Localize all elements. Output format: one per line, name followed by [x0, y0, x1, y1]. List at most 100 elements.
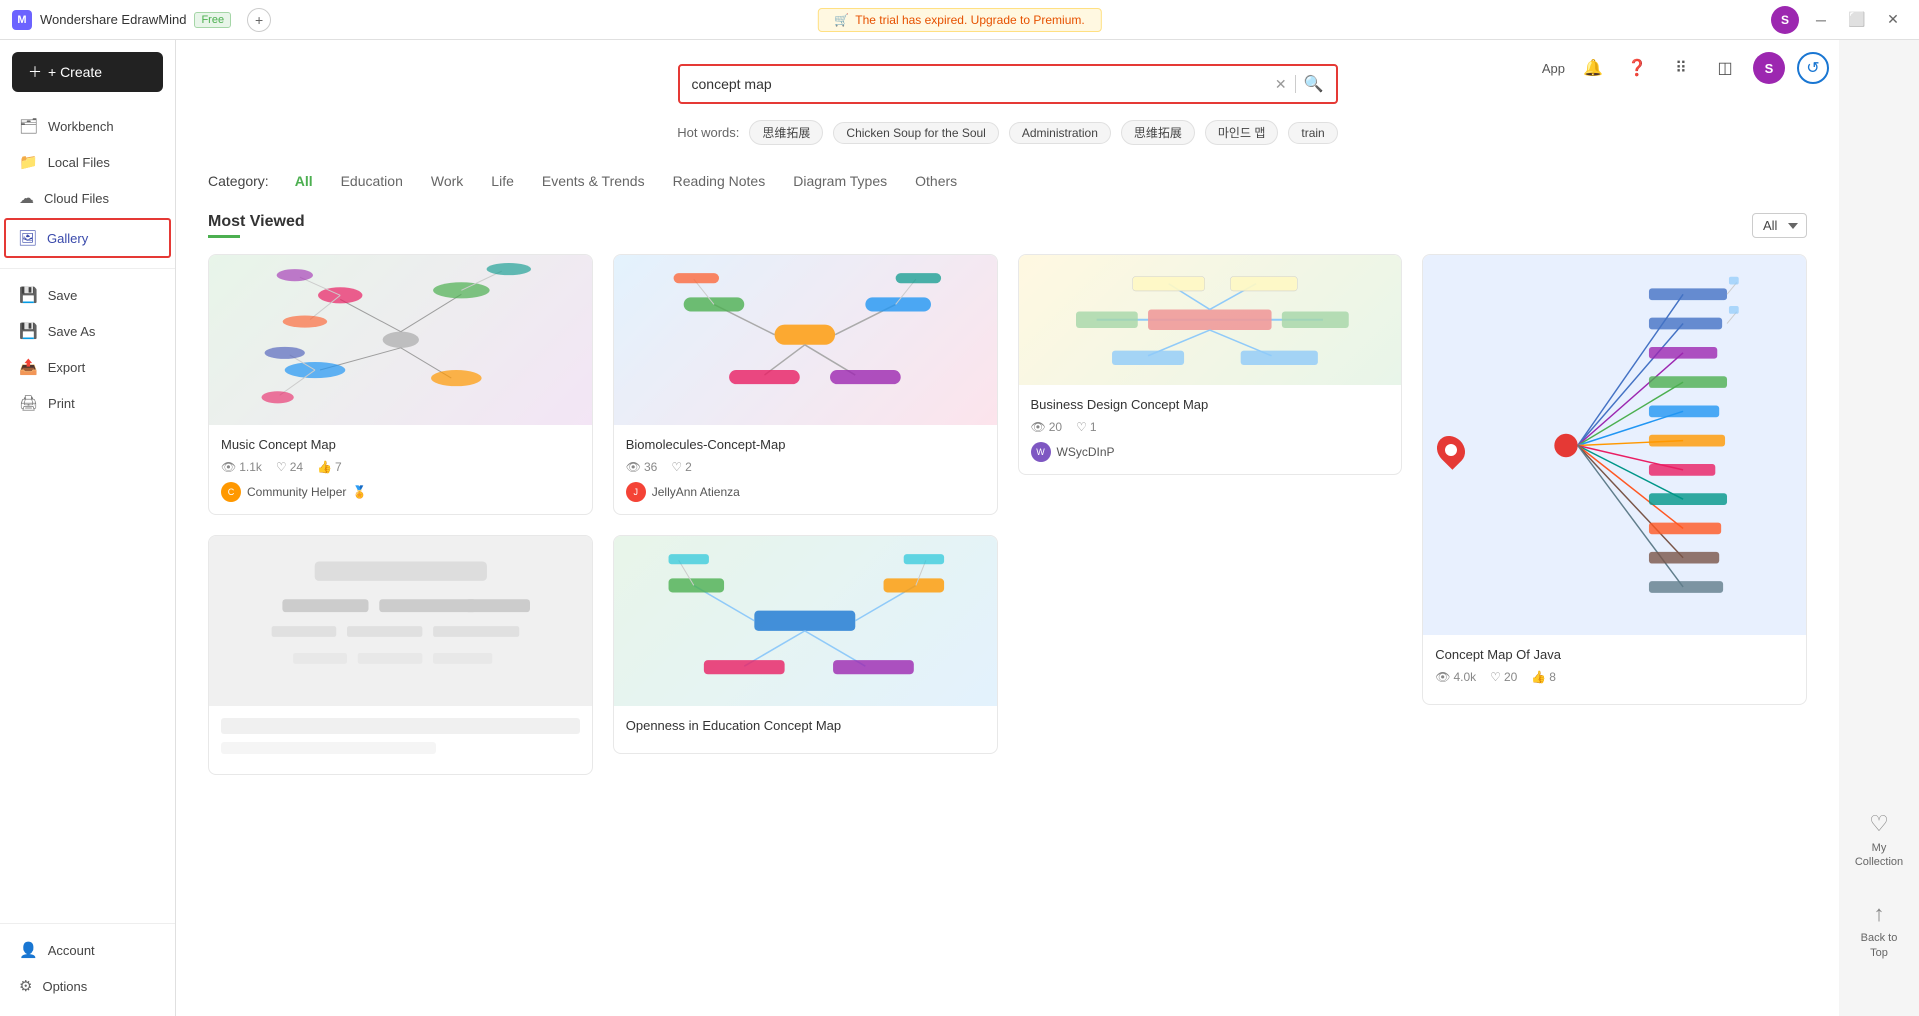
sidebar-item-print[interactable]: 🖨 Print	[0, 385, 175, 421]
back-to-top-button[interactable]: ↑ Back toTop	[1853, 885, 1906, 976]
cards-grid: Music Concept Map 👁 1.1k ♡ 24 👍 7 C Comm…	[208, 254, 1807, 775]
card-3-image	[1019, 255, 1402, 385]
sidebar-item-account[interactable]: 👤 Account	[0, 932, 175, 968]
category-tab-life[interactable]: Life	[489, 169, 516, 193]
plus-icon: ＋	[28, 62, 42, 82]
card-4-body: Concept Map Of Java 👁 4.0k ♡ 20 👍 8	[1423, 635, 1806, 704]
account-icon: 👤	[19, 941, 38, 959]
collection-label: MyCollection	[1855, 841, 1903, 870]
minimize-button[interactable]: ─	[1807, 6, 1835, 34]
maximize-button[interactable]: ⬜	[1843, 6, 1871, 34]
create-button[interactable]: ＋ + Create	[12, 52, 163, 92]
sidebar-item-export[interactable]: 📤 Export	[0, 349, 175, 385]
sidebar-item-save-as[interactable]: 💾 Save As	[0, 313, 175, 349]
hot-word-0[interactable]: 思维拓展	[749, 120, 823, 145]
heart-icon: ♡	[1869, 811, 1889, 837]
card-1-title: Music Concept Map	[221, 437, 580, 452]
card-2-views: 👁 36	[626, 460, 658, 474]
section-title: Most Viewed	[208, 213, 305, 231]
card-4-thumbs: 👍 8	[1531, 670, 1556, 684]
card-1-thumbs: 👍 7	[317, 460, 342, 474]
card-placeholder-5[interactable]	[208, 535, 593, 775]
card-2-title: Biomolecules-Concept-Map	[626, 437, 985, 452]
card-music-concept-map[interactable]: Music Concept Map 👁 1.1k ♡ 24 👍 7 C Comm…	[208, 254, 593, 515]
card-2-avatar: J	[626, 482, 646, 502]
hot-word-5[interactable]: train	[1288, 122, 1337, 144]
sidebar-item-options[interactable]: ⚙ Options	[0, 968, 175, 1004]
trial-banner[interactable]: 🛒 The trial has expired. Upgrade to Prem…	[817, 8, 1101, 32]
search-clear-button[interactable]: ✕	[1275, 76, 1287, 93]
card-1-likes: ♡ 24	[276, 460, 303, 474]
category-tab-all[interactable]: All	[293, 169, 315, 193]
card-3-author: W WSycDInP	[1031, 442, 1390, 462]
card-java-concept-map[interactable]: Concept Map Of Java 👁 4.0k ♡ 20 👍 8	[1422, 254, 1807, 705]
card-1-views: 👁 1.1k	[221, 460, 262, 474]
category-tab-work[interactable]: Work	[429, 169, 465, 193]
card-6-body: Openness in Education Concept Map	[614, 706, 997, 753]
category-tab-others[interactable]: Others	[913, 169, 959, 193]
titlebar: M Wondershare EdrawMind Free + 🛒 The tri…	[0, 0, 1919, 40]
category-tab-diagram[interactable]: Diagram Types	[791, 169, 889, 193]
hot-word-4[interactable]: 마인드 맵	[1205, 120, 1279, 145]
user-avatar-title[interactable]: S	[1771, 6, 1799, 34]
music-map-svg	[219, 259, 583, 421]
category-tab-education[interactable]: Education	[339, 169, 405, 193]
openness-map-svg	[623, 540, 987, 702]
create-label: + Create	[48, 64, 102, 80]
card-6-title: Openness in Education Concept Map	[626, 718, 985, 733]
main-layout: ＋ + Create 🗂 Workbench 📁 Local Files ☁ C…	[0, 40, 1919, 1016]
card-3-avatar: W	[1031, 442, 1051, 462]
search-button[interactable]: 🔍	[1304, 74, 1324, 94]
content-area: App 🔔 ❓ ⠿ ◫ S ↺ ✕ 🔍 Hot words: 思维拓展 Chic…	[176, 40, 1839, 1016]
card-3-author-name: WSycDInP	[1057, 445, 1115, 459]
save-label: Save	[48, 288, 78, 303]
card-4-image	[1423, 255, 1806, 635]
hot-words-row: Hot words: 思维拓展 Chicken Soup for the Sou…	[208, 120, 1807, 145]
search-input[interactable]	[692, 76, 1275, 92]
card-2-author: J JellyAnn Atienza	[626, 482, 985, 502]
hot-word-3[interactable]: 思维拓展	[1121, 120, 1195, 145]
sidebar-item-save[interactable]: 💾 Save	[0, 277, 175, 313]
layout-button[interactable]: ◫	[1709, 52, 1741, 84]
card-openness-education[interactable]: Openness in Education Concept Map	[613, 535, 998, 754]
card-3-views: 👁 20	[1031, 420, 1063, 434]
export-icon: 📤	[19, 358, 38, 376]
sidebar-item-local-files[interactable]: 📁 Local Files	[0, 144, 175, 180]
card-biomolecules[interactable]: Biomolecules-Concept-Map 👁 36 ♡ 2 J Jell…	[613, 254, 998, 515]
gallery-icon: 🖼	[18, 229, 37, 247]
sidebar-item-cloud-files[interactable]: ☁ Cloud Files	[0, 180, 175, 216]
card-6-image	[614, 536, 997, 706]
help-button[interactable]: ❓	[1621, 52, 1653, 84]
hot-words-label: Hot words:	[677, 125, 739, 140]
refresh-button[interactable]: ↺	[1797, 52, 1829, 84]
arrow-up-icon: ↑	[1874, 901, 1885, 927]
sidebar-item-gallery[interactable]: 🖼 Gallery	[4, 218, 171, 258]
hot-word-2[interactable]: Administration	[1009, 122, 1111, 144]
section-underline	[208, 235, 240, 238]
card-4-views: 👁 4.0k	[1435, 670, 1476, 684]
app-logo: M Wondershare EdrawMind Free	[12, 10, 231, 30]
hot-word-1[interactable]: Chicken Soup for the Soul	[833, 122, 998, 144]
card-2-author-name: JellyAnn Atienza	[652, 485, 740, 499]
app-button[interactable]: App	[1542, 61, 1565, 76]
card-business-design[interactable]: Business Design Concept Map 👁 20 ♡ 1 W W…	[1018, 254, 1403, 475]
card-3-body: Business Design Concept Map 👁 20 ♡ 1 W W…	[1019, 385, 1402, 474]
local-files-label: Local Files	[48, 155, 110, 170]
card-1-stats: 👁 1.1k ♡ 24 👍 7	[221, 460, 580, 474]
notification-button[interactable]: 🔔	[1577, 52, 1609, 84]
grid-button[interactable]: ⠿	[1665, 52, 1697, 84]
app-name: Wondershare EdrawMind	[40, 12, 186, 27]
my-collection-button[interactable]: ♡ MyCollection	[1847, 795, 1911, 886]
new-tab-button[interactable]: +	[247, 8, 271, 32]
export-label: Export	[48, 360, 86, 375]
user-avatar-header[interactable]: S	[1753, 52, 1785, 84]
card-1-body: Music Concept Map 👁 1.1k ♡ 24 👍 7 C Comm…	[209, 425, 592, 514]
card-3-title: Business Design Concept Map	[1031, 397, 1390, 412]
close-button[interactable]: ✕	[1879, 6, 1907, 34]
card-1-author: C Community Helper 🏅	[221, 482, 580, 502]
filter-select[interactable]: All	[1752, 213, 1807, 238]
category-tab-events[interactable]: Events & Trends	[540, 169, 647, 193]
category-tab-reading[interactable]: Reading Notes	[671, 169, 768, 193]
java-map-svg	[1433, 265, 1797, 626]
sidebar-item-workbench[interactable]: 🗂 Workbench	[0, 108, 175, 144]
